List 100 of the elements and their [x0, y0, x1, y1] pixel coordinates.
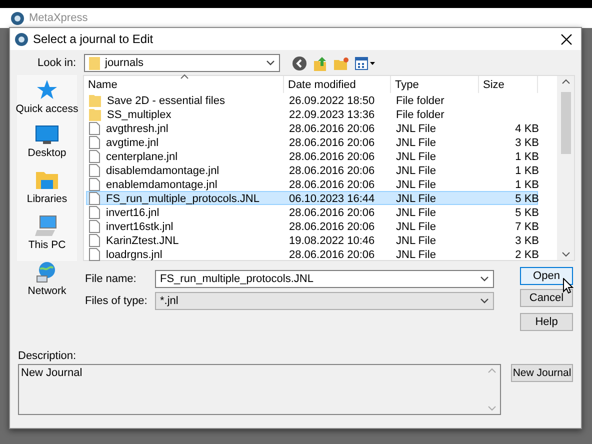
size-cell: 3 KB	[515, 136, 539, 148]
column-header[interactable]: Name	[84, 76, 284, 93]
date-cell-text: 28.06.2016 20:06	[288, 164, 376, 176]
scroll-thumb[interactable]	[560, 92, 570, 154]
size-cell: 1 KB	[515, 178, 539, 190]
scroll-up-icon[interactable]	[562, 79, 570, 84]
size-cell: 3 KB	[515, 234, 539, 246]
file-row[interactable]: SS_multiplex 22.09.2023 13:36 File folder	[86, 107, 538, 121]
document-icon	[89, 136, 100, 149]
file-row[interactable]: KarinZtest.JNL 19.08.2022 10:46 JNL File 3 KB	[86, 233, 538, 247]
file-row[interactable]: FS_run_multiple_protocols.JNL 06.10.2023 16:44 JNL File 5 KB	[86, 191, 538, 205]
date-cell-text: 28.06.2016 20:06	[288, 136, 376, 148]
date-cell-text: 19.08.2022 10:46	[288, 234, 376, 246]
file-name: invert16.jnl	[105, 206, 160, 218]
description-label: Description:	[18, 350, 78, 362]
scrollbar[interactable]	[557, 76, 574, 260]
close-icon[interactable]	[560, 34, 572, 44]
date-cell-text: 22.09.2023 13:36	[288, 108, 376, 120]
file-name: disablemdamontage.jnl	[105, 164, 220, 176]
file-name: loadrgns.jnl	[105, 248, 162, 260]
file-row[interactable]: Save 2D - essential files 26.09.2022 18:50 File folder	[86, 93, 538, 107]
folder-icon	[89, 56, 100, 70]
type-cell-text: File folder	[395, 108, 446, 120]
document-icon	[89, 192, 100, 205]
file-name: avgthresh.jnl	[105, 122, 168, 134]
date-cell-text: 28.06.2016 20:06	[288, 150, 376, 162]
file-name: invert16stk.jnl	[105, 220, 174, 232]
sort-icon	[180, 74, 189, 79]
back-icon[interactable]	[292, 56, 307, 70]
size-cell: 7 KB	[515, 220, 539, 232]
file-name: KarinZtest.JNL	[105, 234, 179, 246]
file-type-dropdown[interactable]: *.jnl	[155, 292, 494, 310]
size-cell: 2 KB	[515, 248, 539, 260]
file-name: avgtime.jnl	[105, 136, 159, 148]
column-header[interactable]: Date modified	[284, 76, 391, 93]
star-icon	[36, 79, 58, 101]
column-header[interactable]: Type	[391, 76, 479, 93]
type-cell-text: JNL File	[395, 248, 437, 260]
file-row[interactable]: loadrgns.jnl 28.06.2016 20:06 JNL File 2 KB	[86, 247, 538, 261]
file-name-field[interactable]: FS_run_multiple_protocols.JNL	[155, 270, 494, 288]
help-button[interactable]: Help	[520, 313, 573, 331]
date-cell-text: 28.06.2016 20:06	[288, 122, 376, 134]
place-label[interactable]: Quick access	[16, 103, 78, 115]
dialog-title: Select a journal to Edit	[33, 32, 154, 46]
chevron-down-icon	[480, 298, 489, 304]
type-cell-text: JNL File	[395, 164, 437, 176]
type-cell-text: JNL File	[395, 178, 437, 190]
place-label[interactable]: This PC	[28, 239, 66, 251]
file-row[interactable]: invert16.jnl 28.06.2016 20:06 JNL File 5 KB	[86, 205, 538, 219]
file-row[interactable]: invert16stk.jnl 28.06.2016 20:06 JNL File 7 KB	[86, 219, 538, 233]
new-journal-button[interactable]: New Journal	[511, 364, 573, 382]
type-cell-text: JNL File	[395, 136, 437, 148]
date-cell-text: 28.06.2016 20:06	[288, 206, 376, 218]
type-cell-text: JNL File	[395, 234, 437, 246]
logo-icon	[15, 32, 28, 46]
size-cell: 5 KB	[515, 206, 539, 218]
size-cell: 4 KB	[515, 122, 539, 134]
folder-icon	[89, 108, 101, 121]
file-row[interactable]: avgthresh.jnl 28.06.2016 20:06 JNL File 4 KB	[86, 121, 538, 135]
file-type-label: Files of type:	[85, 295, 148, 307]
document-icon	[89, 206, 100, 219]
file-name: SS_multiplex	[106, 108, 172, 120]
document-icon	[89, 122, 100, 135]
type-cell-text: File folder	[395, 94, 446, 106]
file-row[interactable]: centerplane.jnl 28.06.2016 20:06 JNL File 1 KB	[86, 149, 538, 163]
scroll-down-icon[interactable]	[562, 252, 570, 257]
cancel-button[interactable]: Cancel	[520, 289, 573, 307]
document-icon	[89, 220, 100, 233]
type-cell-text: JNL File	[395, 220, 437, 232]
file-name-label: File name:	[85, 273, 138, 285]
chevron-down-icon	[480, 276, 489, 282]
file-row[interactable]: enablemdamontage.jnl 28.06.2016 20:06 JNL File 1 KB	[86, 177, 538, 191]
view-menu-icon[interactable]	[355, 56, 376, 70]
size-cell: 5 KB	[515, 192, 539, 204]
place-label[interactable]: Libraries	[26, 193, 68, 205]
up-folder-icon[interactable]	[313, 56, 328, 70]
type-cell-text: JNL File	[395, 122, 437, 134]
date-cell-text: 28.06.2016 20:06	[288, 178, 376, 190]
folder-icon	[89, 94, 101, 107]
new-folder-icon[interactable]	[334, 56, 349, 70]
document-icon	[89, 164, 100, 177]
type-cell-text: JNL File	[395, 192, 437, 204]
place-label[interactable]: Desktop	[28, 147, 66, 159]
size-cell: 1 KB	[515, 164, 539, 176]
column-header[interactable]: Size	[479, 76, 538, 93]
open-button[interactable]: Open	[520, 267, 573, 285]
file-row[interactable]: avgtime.jnl 28.06.2016 20:06 JNL File 3 KB	[86, 135, 538, 149]
size-cell: 1 KB	[515, 150, 539, 162]
file-row[interactable]: disablemdamontage.jnl 28.06.2016 20:06 JNL File 1 KB	[86, 163, 538, 177]
date-cell-text: 26.09.2022 18:50	[288, 94, 376, 106]
computer-icon	[35, 215, 59, 237]
date-cell-text: 28.06.2016 20:06	[288, 248, 376, 260]
document-icon	[89, 234, 100, 247]
place-label[interactable]: Network	[28, 285, 66, 297]
type-cell-text: JNL File	[395, 150, 437, 162]
app-title: MetaXpress	[29, 12, 88, 24]
file-name: centerplane.jnl	[105, 150, 178, 162]
document-icon	[89, 150, 100, 163]
look-in-dropdown[interactable]: journals	[84, 54, 280, 72]
date-cell-text: 28.06.2016 20:06	[288, 220, 376, 232]
